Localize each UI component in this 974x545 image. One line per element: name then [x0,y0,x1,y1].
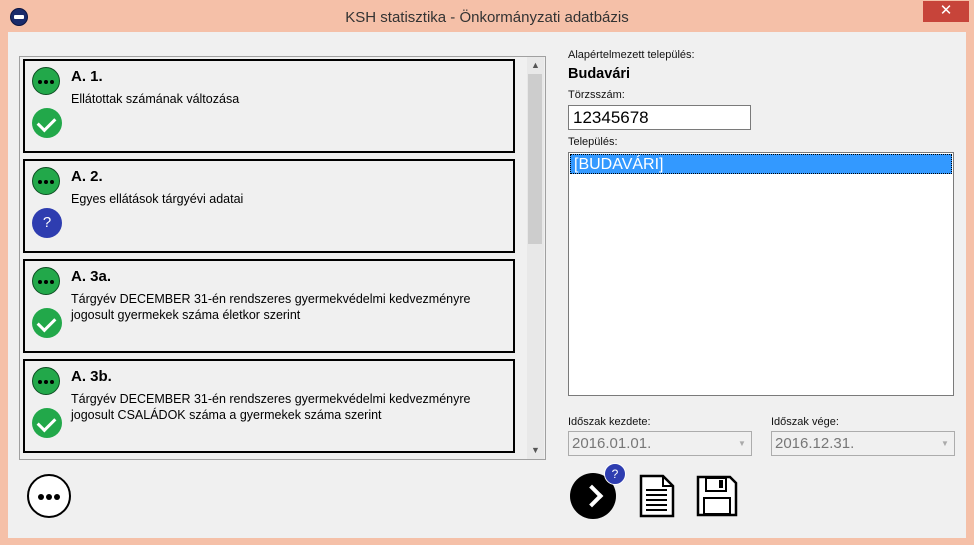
app-window: KSH statisztika - Önkormányzati adatbázi… [0,0,974,545]
town-label: Település: [568,136,618,148]
dropdown-arrow-icon[interactable]: ▼ [735,435,749,452]
form-list[interactable]: A. 1. Ellátottak számának változása A. 2… [19,56,546,460]
scroll-up-icon[interactable]: ▲ [527,57,544,74]
form-code: A. 2. [71,168,103,185]
document-icon[interactable] [639,474,675,518]
main-content: A. 1. Ellátottak számának változása A. 2… [8,32,966,538]
status-done-icon [32,408,62,438]
dropdown-arrow-icon[interactable]: ▼ [938,435,952,452]
form-card-a3b[interactable]: A. 3b. Tárgyév DECEMBER 31-én rendszeres… [23,359,515,453]
title-bar[interactable]: KSH statisztika - Önkormányzati adatbázi… [1,1,973,32]
menu-dots-icon[interactable] [32,267,60,295]
form-card-a1[interactable]: A. 1. Ellátottak számának változása [23,59,515,153]
menu-dots-icon[interactable] [32,367,60,395]
default-town-label: Alapértelmezett település: [568,49,695,61]
status-done-icon [32,308,62,338]
period-end-select[interactable]: 2016.12.31. ▼ [771,431,955,456]
window-title: KSH statisztika - Önkormányzati adatbázi… [345,9,629,26]
registry-number-input[interactable]: 12345678 [568,105,751,130]
help-badge[interactable]: ? [604,463,626,485]
form-code: A. 3a. [71,268,112,285]
form-description: Egyes ellátások tárgyévi adatai [71,192,244,206]
close-button[interactable]: ✕ [923,1,969,22]
period-end-value: 2016.12.31. [775,435,855,452]
period-start-label: Időszak kezdete: [568,416,651,428]
status-unknown-icon: ? [32,208,62,238]
menu-dots-icon[interactable] [32,67,60,95]
form-card-a3a[interactable]: A. 3a. Tárgyév DECEMBER 31-én rendszeres… [23,259,515,353]
default-town-value: Budavári [568,66,631,82]
scroll-down-icon[interactable]: ▼ [527,442,544,459]
scroll-thumb[interactable] [528,74,542,244]
town-list-item[interactable]: [BUDAVÁRI] [570,154,952,174]
period-end-label: Időszak vége: [771,416,839,428]
form-description: Tárgyév DECEMBER 31-én rendszeres gyerme… [71,292,471,322]
form-code: A. 3b. [71,368,112,385]
menu-dots-icon[interactable] [32,167,60,195]
more-options-button[interactable] [27,474,71,518]
status-done-icon [32,108,62,138]
period-start-select[interactable]: 2016.01.01. ▼ [568,431,752,456]
vertical-scrollbar[interactable]: ▲ ▼ [527,57,544,459]
form-card-a2[interactable]: A. 2. Egyes ellátások tárgyévi adatai ? [23,159,515,253]
form-description: Ellátottak számának változása [71,92,240,106]
town-listbox[interactable]: [BUDAVÁRI] [568,152,954,396]
period-start-value: 2016.01.01. [572,435,652,452]
form-code: A. 1. [71,68,103,85]
floppy-disk-icon[interactable] [696,475,738,517]
registry-label: Törzsszám: [568,89,625,101]
form-description: Tárgyév DECEMBER 31-én rendszeres gyerme… [71,392,471,422]
